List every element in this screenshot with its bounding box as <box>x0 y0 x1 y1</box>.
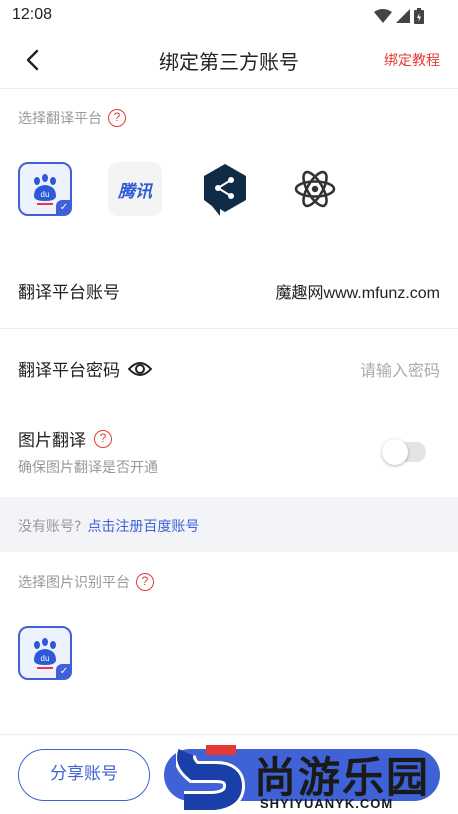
deepl-icon <box>204 164 246 216</box>
status-icons <box>374 8 424 24</box>
platform-tencent[interactable]: 腾讯 <box>108 162 162 216</box>
translate-platform-list: du ✓ 腾讯 <box>18 162 342 216</box>
translate-platform-label-text: 选择翻译平台 <box>18 111 102 127</box>
toggle-knob <box>382 439 408 465</box>
translate-platform-label: 选择翻译平台 ? <box>18 108 126 128</box>
banner-text: 没有账号? 点击注册百度账号 <box>18 516 199 536</box>
ocr-platform-label-text: 选择图片识别平台 <box>18 575 130 591</box>
eye-icon[interactable] <box>128 360 152 378</box>
signal-icon <box>396 9 410 23</box>
ocr-platform-label: 选择图片识别平台 ? <box>18 572 154 592</box>
watermark: 尚游乐园 SHYIYUANYK.COM <box>176 742 458 814</box>
tutorial-link[interactable]: 绑定教程 <box>384 50 440 70</box>
platform-deepl[interactable] <box>198 162 252 216</box>
atom-icon <box>294 170 336 208</box>
password-input[interactable]: 请输入密码 <box>360 357 440 381</box>
password-row: 翻译平台密码 请输入密码 <box>0 340 458 396</box>
ocr-platform-baidu[interactable]: du ✓ <box>18 626 72 680</box>
register-banner: 没有账号? 点击注册百度账号 <box>0 497 458 552</box>
check-icon: ✓ <box>56 664 72 680</box>
image-translate-row: 图片翻译 ? 确保图片翻译是否开通 <box>0 414 458 484</box>
battery-icon <box>414 8 424 24</box>
account-row[interactable]: 翻译平台账号 魔趣网www.mfunz.com <box>0 262 458 328</box>
app-bar: 绑定第三方账号 绑定教程 <box>0 32 458 88</box>
platform-atom[interactable] <box>288 162 342 216</box>
help-icon[interactable]: ? <box>108 109 126 127</box>
tencent-logo: 腾讯 <box>118 181 152 202</box>
status-time: 12:08 <box>12 6 53 23</box>
help-icon[interactable]: ? <box>136 573 154 591</box>
password-label: 翻译平台密码 <box>18 356 152 381</box>
divider <box>0 88 458 89</box>
image-translate-desc: 确保图片翻译是否开通 <box>18 460 158 476</box>
svg-text:du: du <box>41 654 50 663</box>
account-label: 翻译平台账号 <box>18 283 120 303</box>
register-baidu-link[interactable]: 点击注册百度账号 <box>87 519 199 535</box>
watermark-logo <box>176 745 246 813</box>
image-translate-label-text: 图片翻译 <box>18 431 86 451</box>
status-bar: 12:08 <box>0 0 458 32</box>
watermark-sub-text: SHYIYUANYK.COM <box>260 796 394 811</box>
image-translate-toggle[interactable] <box>382 439 426 465</box>
share-account-button[interactable]: 分享账号 <box>18 749 150 801</box>
wifi-icon <box>374 9 392 23</box>
svg-text:du: du <box>41 190 50 199</box>
platform-baidu[interactable]: du ✓ <box>18 162 72 216</box>
no-account-text: 没有账号? <box>18 519 82 535</box>
check-icon: ✓ <box>56 200 72 216</box>
image-translate-label: 图片翻译 ? <box>18 426 112 451</box>
account-value[interactable]: 魔趣网www.mfunz.com <box>276 279 440 303</box>
password-label-text: 翻译平台密码 <box>18 361 120 381</box>
help-icon[interactable]: ? <box>94 429 112 448</box>
divider <box>0 328 458 329</box>
